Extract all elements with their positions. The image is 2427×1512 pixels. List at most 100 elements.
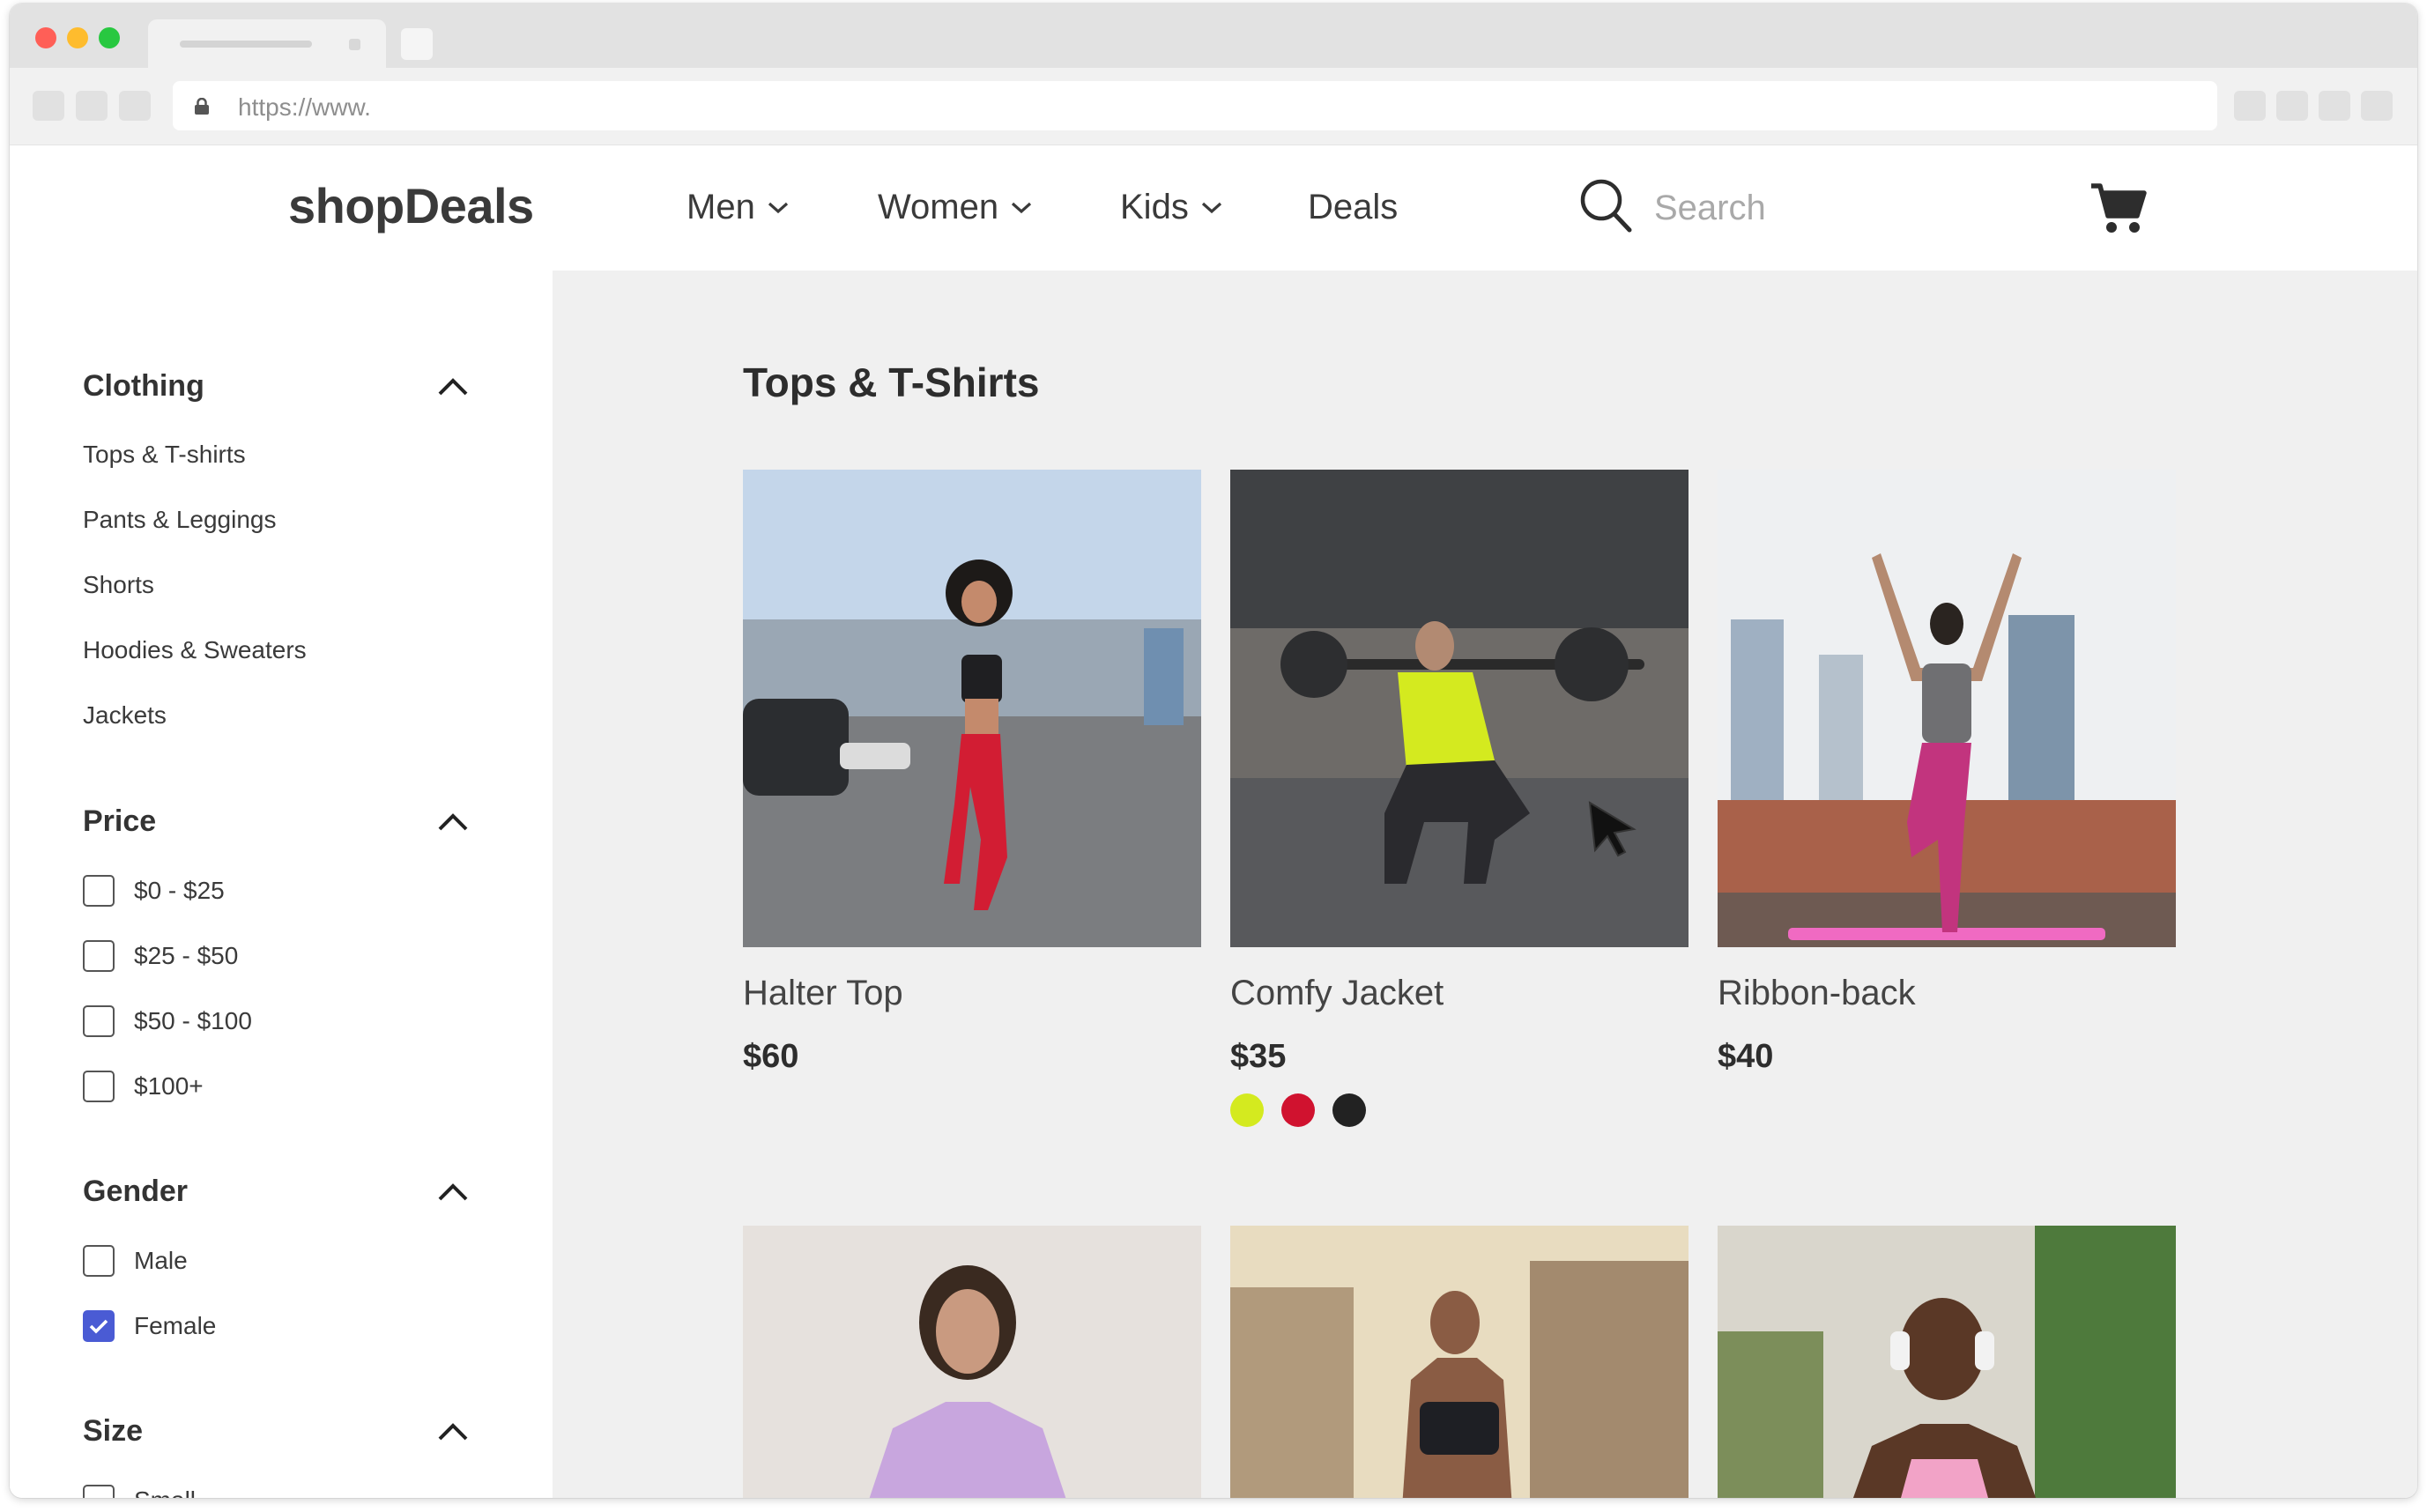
product-image[interactable] — [1718, 470, 2176, 947]
product-price: $35 — [1230, 1038, 1287, 1075]
category-link[interactable]: Hoodies & Sweaters — [83, 636, 307, 664]
product-image[interactable] — [743, 470, 1201, 947]
checkbox[interactable] — [83, 1071, 115, 1102]
product-card[interactable] — [1230, 1226, 1689, 1498]
site-header: shopDeals Men Women Kids Deals — [10, 145, 2417, 271]
reload-button[interactable] — [119, 91, 151, 121]
nav-kids[interactable]: Kids — [1120, 188, 1222, 227]
toolbar-extension-button[interactable] — [2361, 91, 2393, 121]
product-price: $40 — [1718, 1038, 1774, 1075]
size-filter-option[interactable]: Small — [83, 1485, 196, 1498]
color-swatch-lime[interactable] — [1230, 1093, 1264, 1127]
product-photo — [743, 470, 1201, 947]
filter-heading-clothing: Clothing — [83, 369, 204, 403]
filter-heading-size: Size — [83, 1414, 144, 1448]
site-logo[interactable]: shopDeals — [288, 177, 534, 234]
product-listing: Tops & T-Shirts Halter Top $60 Comfy Jac… — [553, 271, 2417, 1498]
browser-toolbar: https://www. — [10, 68, 2417, 145]
product-image[interactable] — [1230, 1226, 1689, 1498]
price-filter-option[interactable]: $100+ — [83, 1071, 204, 1102]
product-photo — [1718, 470, 2176, 947]
chevron-up-icon[interactable] — [437, 812, 469, 833]
product-card[interactable]: Ribbon-back $40 — [1718, 470, 2176, 1076]
checkbox[interactable] — [83, 875, 115, 907]
category-link[interactable]: Tops & T-shirts — [83, 441, 246, 469]
product-name[interactable]: Ribbon-back — [1718, 974, 2176, 1013]
chevron-down-icon — [1201, 202, 1221, 213]
checkbox-label: $25 - $50 — [134, 942, 239, 969]
checkbox[interactable] — [83, 940, 115, 972]
checkbox-label: $100+ — [134, 1072, 204, 1100]
browser-tab-bar — [10, 4, 2417, 68]
browser-tab[interactable] — [148, 19, 386, 68]
mouse-pointer-icon — [1588, 801, 1637, 857]
color-swatch-red[interactable] — [1281, 1093, 1315, 1127]
product-card[interactable]: Halter Top $60 — [743, 470, 1201, 1076]
checkbox-label: Male — [134, 1247, 188, 1274]
chevron-up-icon[interactable] — [437, 1182, 469, 1203]
gender-filter-option[interactable]: Female — [83, 1310, 216, 1342]
product-image[interactable] — [743, 1226, 1201, 1498]
browser-window: https://www. shopDeals Men Women Kids De… — [10, 4, 2417, 1498]
search-icon[interactable] — [1578, 177, 1633, 235]
address-bar[interactable]: https://www. — [173, 81, 2217, 130]
price-filter-option[interactable]: $50 - $100 — [83, 1005, 252, 1037]
product-price: $60 — [743, 1038, 799, 1075]
checkmark-icon — [89, 1319, 108, 1334]
nav-deals[interactable]: Deals — [1308, 188, 1398, 227]
filter-heading-gender: Gender — [83, 1175, 189, 1208]
checkbox[interactable] — [83, 1485, 115, 1498]
color-swatch-black[interactable] — [1332, 1093, 1366, 1127]
category-link[interactable]: Jackets — [83, 701, 167, 730]
tab-title-placeholder — [180, 41, 312, 48]
toolbar-extension-button[interactable] — [2234, 91, 2266, 121]
maximize-window-button[interactable] — [99, 27, 120, 48]
chevron-down-icon — [768, 202, 788, 213]
tab-close-icon[interactable] — [349, 39, 360, 50]
nav-label: Women — [878, 188, 999, 226]
product-photo — [743, 1226, 1201, 1498]
chevron-up-icon[interactable] — [437, 1421, 469, 1442]
nav-label: Kids — [1120, 188, 1189, 226]
nav-label: Deals — [1308, 188, 1399, 226]
checkbox[interactable] — [83, 1005, 115, 1037]
forward-button[interactable] — [76, 91, 108, 121]
new-tab-button[interactable] — [401, 28, 433, 60]
price-filter-option[interactable]: $25 - $50 — [83, 940, 238, 972]
checkbox-label: Small — [134, 1486, 196, 1498]
url-text: https://www. — [238, 93, 371, 121]
category-link[interactable]: Pants & Leggings — [83, 506, 277, 534]
minimize-window-button[interactable] — [67, 27, 88, 48]
category-link[interactable]: Shorts — [83, 571, 154, 599]
product-photo — [1718, 1226, 2176, 1498]
search-input[interactable] — [1654, 186, 2007, 230]
product-photo — [1230, 470, 1689, 947]
nav-label: Men — [687, 188, 755, 226]
product-card[interactable] — [1718, 1226, 2176, 1498]
product-name[interactable]: Halter Top — [743, 974, 1201, 1013]
cart-icon[interactable] — [2089, 181, 2148, 235]
product-card[interactable]: Comfy Jacket $35 — [1230, 470, 1689, 1127]
nav-men[interactable]: Men — [687, 188, 789, 227]
checkbox[interactable] — [83, 1245, 115, 1277]
gender-filter-option[interactable]: Male — [83, 1245, 188, 1277]
product-image[interactable] — [1230, 470, 1689, 947]
filter-sidebar: Clothing Tops & T-shirts Pants & Legging… — [10, 271, 553, 1498]
chevron-down-icon — [1012, 202, 1032, 213]
checkbox-checked[interactable] — [83, 1310, 115, 1342]
product-photo — [1230, 1226, 1689, 1498]
toolbar-extension-button[interactable] — [2319, 91, 2350, 121]
back-button[interactable] — [33, 91, 64, 121]
price-filter-option[interactable]: $0 - $25 — [83, 875, 225, 907]
toolbar-extension-button[interactable] — [2276, 91, 2308, 121]
checkbox-label: Female — [134, 1312, 217, 1339]
chevron-up-icon[interactable] — [437, 376, 469, 397]
close-window-button[interactable] — [35, 27, 56, 48]
filter-heading-price: Price — [83, 804, 157, 838]
product-name[interactable]: Comfy Jacket — [1230, 974, 1689, 1013]
search-box[interactable] — [1578, 177, 2019, 239]
product-image[interactable] — [1718, 1226, 2176, 1498]
color-swatches — [1230, 1093, 1689, 1127]
nav-women[interactable]: Women — [878, 188, 1032, 227]
product-card[interactable] — [743, 1226, 1201, 1498]
